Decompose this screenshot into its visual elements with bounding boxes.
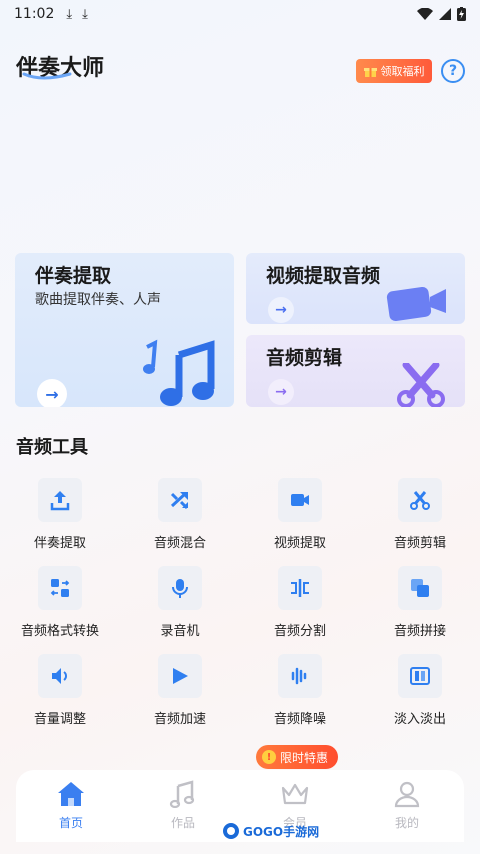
home-icon — [58, 782, 84, 806]
watermark: GOGO手游网 — [222, 822, 319, 840]
music-note-icon — [169, 780, 195, 808]
watermark-logo-icon — [223, 823, 239, 839]
tool-format-convert[interactable]: 音频格式转换 — [0, 566, 120, 646]
title-swoosh-decoration — [22, 72, 72, 80]
tool-video-extract[interactable]: 视频提取 — [240, 478, 360, 558]
help-icon: ? — [448, 63, 458, 79]
gift-icon — [363, 67, 377, 77]
tool-audio-cut[interactable]: 音频剪辑 — [360, 478, 480, 558]
tool-audio-denoise[interactable]: 音频降噪 — [240, 654, 360, 734]
arrow-right-icon: → — [268, 297, 294, 323]
download-icon: ⤓ — [82, 6, 88, 22]
arrow-right-icon: → — [37, 379, 67, 407]
exclamation-icon: ! — [262, 750, 276, 764]
tab-label: 我的 — [394, 816, 419, 830]
volume-icon — [52, 668, 67, 684]
video-camera-illustration-icon — [386, 286, 446, 322]
tool-label: 录音机 — [160, 624, 200, 639]
scissors-illustration-icon — [397, 363, 445, 407]
tool-fade-in-out[interactable]: 淡入淡出 — [360, 654, 480, 734]
card-subtitle: 歌曲提取伴奏、人声 — [35, 292, 161, 308]
tool-volume-adjust[interactable]: 音量调整 — [0, 654, 120, 734]
accompaniment-extract-card[interactable]: 伴奏提取 歌曲提取伴奏、人声 → — [15, 253, 234, 407]
tool-label: 音频混合 — [153, 536, 206, 551]
upload-icon — [50, 491, 70, 511]
tool-audio-mix[interactable]: 音频混合 — [120, 478, 240, 558]
card-title: 视频提取音频 — [266, 265, 381, 287]
status-time: 11:02 — [14, 6, 55, 22]
tool-audio-split[interactable]: 音频分割 — [240, 566, 360, 646]
music-note-illustration-icon — [143, 339, 215, 406]
claim-welfare-button[interactable]: 领取福利 — [356, 59, 432, 83]
card-title: 音频剪辑 — [266, 347, 343, 369]
claim-welfare-label: 领取福利 — [380, 65, 425, 78]
shuffle-icon — [170, 491, 189, 510]
tab-works[interactable]: 作品 — [133, 770, 233, 842]
denoise-icon — [291, 667, 307, 685]
audio-tools-section-title: 音频工具 — [16, 437, 88, 458]
tab-profile[interactable]: 我的 — [357, 770, 457, 842]
tool-label: 视频提取 — [273, 536, 326, 551]
user-icon — [394, 781, 420, 808]
format-convert-icon — [50, 579, 70, 597]
video-camera-icon — [291, 494, 309, 506]
status-bar: 11:02 ⤓ ⤓ — [0, 0, 480, 28]
tool-audio-merge[interactable]: 音频拼接 — [360, 566, 480, 646]
microphone-icon — [172, 579, 188, 598]
wifi-icon — [417, 8, 433, 20]
tool-label: 淡入淡出 — [393, 712, 446, 727]
speed-icon — [173, 668, 188, 684]
tool-accompaniment-extract[interactable]: 伴奏提取 — [0, 478, 120, 558]
audio-edit-card[interactable]: 音频剪辑 → — [246, 335, 465, 407]
tool-label: 音频降噪 — [273, 712, 326, 727]
signal-icon — [439, 8, 451, 20]
fade-icon — [410, 667, 430, 685]
tool-recorder[interactable]: 录音机 — [120, 566, 240, 646]
tool-label: 音量调整 — [33, 712, 86, 727]
card-title: 伴奏提取 — [35, 265, 112, 287]
tool-label: 音频拼接 — [393, 624, 446, 639]
video-extract-audio-card[interactable]: 视频提取音频 → — [246, 253, 465, 324]
arrow-right-icon: → — [268, 379, 294, 405]
limited-offer-badge[interactable]: ! 限时特惠 — [256, 745, 339, 769]
help-button[interactable]: ? — [441, 59, 465, 83]
tab-home[interactable]: 首页 — [21, 770, 121, 842]
tool-label: 音频分割 — [273, 624, 326, 639]
scissors-icon — [410, 491, 430, 510]
battery-icon — [457, 7, 466, 21]
watermark-text: GOGO手游网 — [243, 824, 320, 839]
download-icon: ⤓ — [66, 6, 73, 22]
merge-icon — [411, 579, 429, 597]
tool-label: 音频格式转换 — [20, 624, 99, 639]
tool-audio-speed[interactable]: 音频加速 — [120, 654, 240, 734]
split-icon — [291, 579, 309, 597]
tab-label: 首页 — [58, 816, 83, 830]
tool-label: 音频加速 — [153, 712, 206, 727]
tool-label: 音频剪辑 — [393, 536, 446, 551]
tab-label: 作品 — [170, 816, 195, 830]
tool-label: 伴奏提取 — [33, 536, 86, 551]
crown-icon — [281, 783, 309, 805]
limited-offer-label: 限时特惠 — [280, 750, 329, 765]
